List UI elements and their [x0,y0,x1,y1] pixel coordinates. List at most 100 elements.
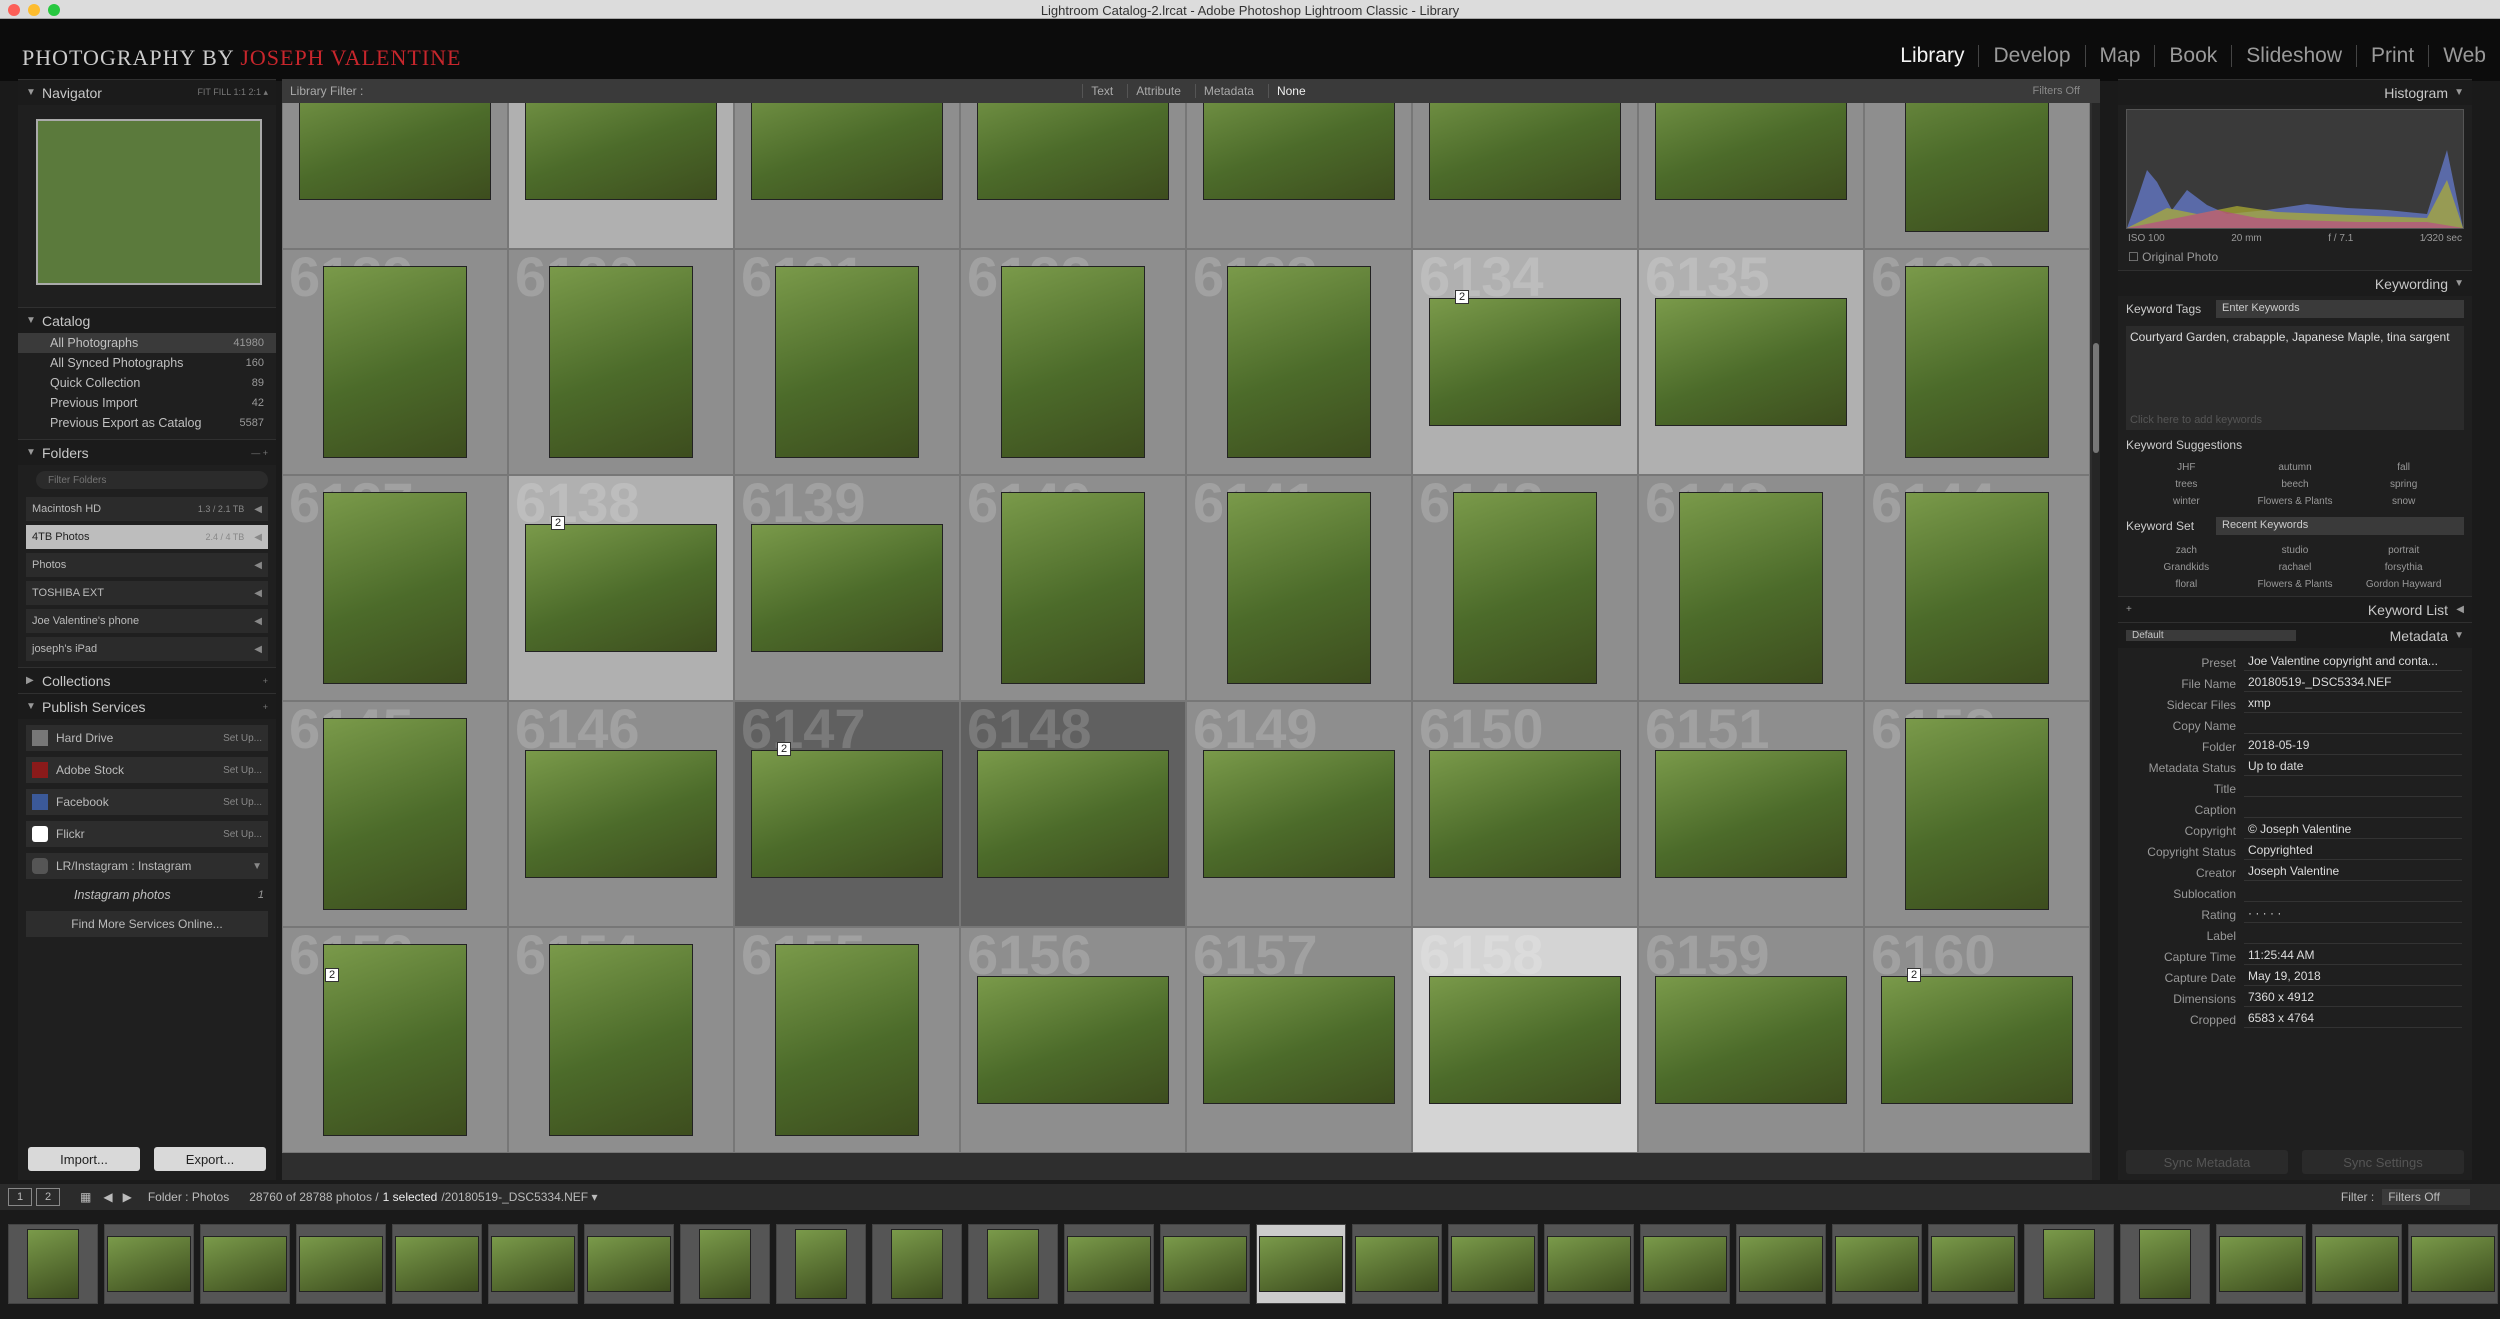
grid-cell[interactable]: 6142 [1412,475,1638,701]
suggestion[interactable]: Flowers & Plants [2241,496,2350,507]
grid-cell[interactable] [1186,103,1412,249]
photo-thumbnail[interactable] [299,103,491,200]
metadata-value[interactable] [2244,885,2462,902]
metadata-value[interactable]: 2018-05-19 [2244,738,2462,755]
filmstrip-thumb[interactable] [1256,1224,1346,1304]
grid-cell[interactable]: 6160 2 [1864,927,2090,1153]
volume-arrow-icon[interactable]: ◀ [254,644,262,655]
metadata-view-dropdown[interactable]: Default [2126,630,2296,641]
filmstrip-thumb[interactable] [968,1224,1058,1304]
metadata-value[interactable]: 6583 x 4764 [2244,1011,2462,1028]
add-service-icon[interactable]: + [263,702,268,712]
grid-cell[interactable]: 6150 [1412,701,1638,927]
stack-count-badge[interactable]: 2 [1907,968,1922,982]
filmstrip-thumb[interactable] [1160,1224,1250,1304]
grid-cell[interactable] [1864,103,2090,249]
metadata-header[interactable]: Default Metadata ▼ [2118,622,2472,648]
collapse-triangle-icon[interactable]: ▼ [26,315,42,326]
service-facebook[interactable]: Facebook Set Up... [26,789,268,815]
collapse-triangle-icon[interactable]: ▼ [2448,278,2464,289]
grid-cell[interactable]: 6136 [1864,249,2090,475]
grid-cell[interactable]: 6134 2 [1412,249,1638,475]
grid-view-icon[interactable]: ▦ [80,1190,91,1204]
filter-text[interactable]: Text [1082,84,1121,98]
volume-arrow-icon[interactable]: ◀ [254,532,262,543]
module-develop[interactable]: Develop [1978,45,2084,67]
grid-cell[interactable]: 6159 [1638,927,1864,1153]
service-setup-button[interactable]: Set Up... [223,733,262,744]
grid-cell[interactable]: 6154 [508,927,734,1153]
metadata-value[interactable] [2244,780,2462,797]
keyword-set-item[interactable]: Gordon Hayward [2349,579,2458,590]
catalog-header[interactable]: ▼ Catalog [18,307,276,333]
photo-thumbnail[interactable] [751,524,943,652]
grid-cell[interactable]: 6157 [1186,927,1412,1153]
grid-cell[interactable]: 6147 2 [734,701,960,927]
metadata-value[interactable]: Joseph Valentine [2244,864,2462,881]
grid-cell[interactable] [282,103,508,249]
module-web[interactable]: Web [2428,45,2500,67]
grid-cell[interactable]: 6131 [734,249,960,475]
filmstrip-thumb[interactable] [2408,1224,2498,1304]
selected-file[interactable]: /20180519-_DSC5334.NEF ▾ [441,1190,597,1204]
publish-services-header[interactable]: ▼ Publish Services + [18,693,276,719]
grid-cell[interactable]: 6139 [734,475,960,701]
catalog-item-all-synced[interactable]: All Synced Photographs 160 [18,353,276,373]
photo-thumbnail[interactable] [525,524,717,652]
volume-macintosh-hd[interactable]: Macintosh HD 1.3 / 2.1 TB ◀ [26,497,268,521]
grid-cell[interactable]: 6156 [960,927,1186,1153]
window-1-button[interactable]: 1 [8,1188,32,1206]
stack-count-badge[interactable]: 2 [777,742,792,756]
photo-thumbnail[interactable] [977,976,1169,1104]
filmstrip-thumb[interactable] [1064,1224,1154,1304]
photo-thumbnail[interactable] [1655,750,1847,878]
keyword-set-item[interactable]: zach [2132,545,2241,556]
folder-filter-input[interactable] [36,471,268,489]
grid-cell[interactable]: 61532 [282,927,508,1153]
keyword-set-dropdown[interactable]: Recent Keywords [2216,517,2464,535]
photo-thumbnail[interactable] [1905,492,2049,684]
back-arrow-icon[interactable]: ◀ [103,1190,112,1204]
module-map[interactable]: Map [2084,45,2155,67]
filmstrip-thumb[interactable] [872,1224,962,1304]
photo-thumbnail[interactable] [775,266,919,458]
metadata-value[interactable]: 20180519-_DSC5334.NEF [2244,675,2462,692]
add-keyword-icon[interactable]: + [2126,604,2142,615]
photo-thumbnail[interactable] [323,492,467,684]
suggestion[interactable]: beech [2241,479,2350,490]
metadata-value[interactable] [2244,717,2462,734]
keyword-list-header[interactable]: + Keyword List ◀ [2118,596,2472,622]
suggestion[interactable]: trees [2132,479,2241,490]
photo-thumbnail[interactable] [1655,298,1847,426]
filmstrip-thumb[interactable] [776,1224,866,1304]
grid-cell[interactable] [960,103,1186,249]
photo-thumbnail[interactable] [1227,266,1371,458]
filmstrip-thumb[interactable] [680,1224,770,1304]
volume-photos[interactable]: Photos ◀ [26,553,268,577]
photo-thumbnail[interactable] [751,103,943,200]
grid-cell[interactable]: 6130 [508,249,734,475]
grid-cell[interactable]: 6144 [1864,475,2090,701]
module-book[interactable]: Book [2154,45,2231,67]
grid-cell[interactable]: 6148 [960,701,1186,927]
expand-triangle-icon[interactable]: ◀ [2448,604,2464,615]
grid-cell[interactable]: 6129 [282,249,508,475]
volume-arrow-icon[interactable]: ◀ [254,504,262,515]
expand-triangle-icon[interactable]: ▶ [26,675,42,686]
filter-none[interactable]: None [1267,84,1314,98]
collapse-triangle-icon[interactable]: ▼ [26,87,42,98]
filmstrip-thumb[interactable] [1736,1224,1826,1304]
filmstrip-thumb[interactable] [2312,1224,2402,1304]
grid-cell[interactable]: 6141 [1186,475,1412,701]
keyword-set-item[interactable]: forsythia [2349,562,2458,573]
filmstrip-thumb[interactable] [584,1224,674,1304]
keyword-set-item[interactable]: Flowers & Plants [2241,579,2350,590]
grid-cell[interactable]: 6133 [1186,249,1412,475]
suggestion[interactable]: autumn [2241,462,2350,473]
catalog-item-previous-import[interactable]: Previous Import 42 [18,393,276,413]
metadata-value[interactable]: Joe Valentine copyright and conta... [2244,654,2462,671]
photo-thumbnail[interactable] [751,750,943,878]
keywords-textarea[interactable]: Courtyard Garden, crabapple, Japanese Ma… [2126,326,2464,430]
add-keywords-hint[interactable]: Click here to add keywords [2130,414,2262,426]
grid-cell[interactable] [734,103,960,249]
